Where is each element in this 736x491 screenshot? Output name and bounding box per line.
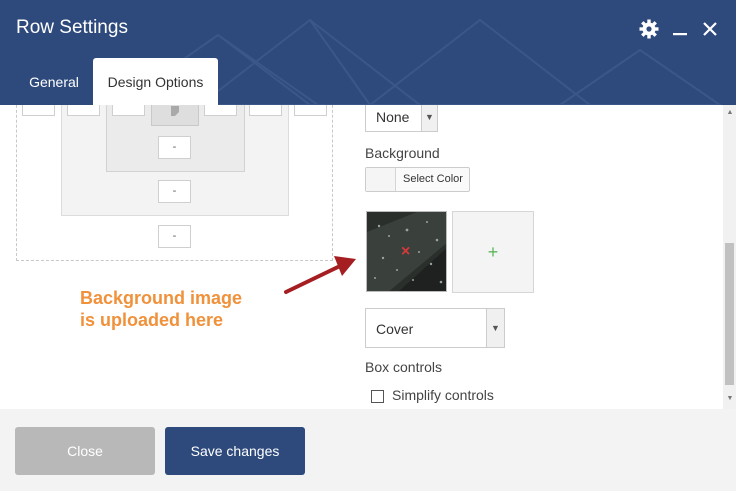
scrollbar-thumb[interactable] (725, 243, 734, 385)
add-image-button[interactable]: + (452, 211, 534, 293)
background-style-value: Cover (376, 321, 414, 337)
border-right-input[interactable] (249, 105, 282, 116)
minimize-icon[interactable] (669, 18, 691, 40)
margin-left-input[interactable] (22, 105, 55, 116)
border-style-select[interactable]: None ▼ (365, 105, 438, 132)
plus-icon: + (487, 241, 499, 262)
content-icon (171, 105, 179, 116)
modal-title: Row Settings (16, 17, 128, 38)
modal-header: Row Settings General Design Options (0, 0, 736, 105)
gear-icon[interactable] (638, 18, 660, 40)
border-bottom-input[interactable]: - (158, 180, 191, 203)
close-button[interactable]: Close (15, 427, 155, 475)
annotation-text: Background image is uploaded here (80, 287, 242, 331)
modal-body: - - - Background image is uploaded here … (0, 105, 736, 409)
select-color-button[interactable]: Select Color (365, 167, 470, 192)
background-label: Background (365, 145, 440, 161)
modal-footer: Close Save changes (0, 409, 736, 491)
scroll-up-icon[interactable]: ▲ (726, 109, 734, 117)
chevron-down-icon: ▼ (421, 105, 437, 131)
padding-left-input[interactable] (112, 105, 145, 116)
content-box (151, 105, 199, 126)
annotation-arrow-icon (284, 256, 356, 294)
row-settings-modal: Row Settings General Design Options - - … (0, 0, 736, 491)
annotation-line-1: Background image (80, 288, 243, 308)
annotation-line-2: is uploaded here (80, 310, 224, 330)
border-left-input[interactable] (67, 105, 100, 116)
box-controls-label: Box controls (365, 359, 443, 375)
tab-design-options[interactable]: Design Options (93, 58, 218, 105)
select-color-label: Select Color (403, 173, 463, 185)
background-style-select[interactable]: Cover ▼ (365, 308, 505, 348)
chevron-down-icon: ▼ (486, 309, 504, 347)
padding-bottom-input[interactable]: - (158, 136, 191, 159)
margin-right-input[interactable] (294, 105, 327, 116)
simplify-controls-checkbox[interactable] (371, 390, 384, 403)
padding-right-input[interactable] (204, 105, 237, 116)
margin-bottom-input[interactable]: - (158, 225, 191, 248)
save-changes-button[interactable]: Save changes (165, 427, 305, 475)
color-swatch (366, 168, 396, 191)
simplify-controls-label: Simplify controls (392, 387, 494, 403)
scroll-down-icon[interactable]: ▼ (726, 395, 734, 403)
close-icon[interactable] (699, 18, 721, 40)
tab-general[interactable]: General (16, 58, 92, 105)
background-image-thumbnail[interactable]: × (366, 211, 447, 292)
remove-image-icon[interactable]: × (401, 243, 410, 261)
border-style-value: None (376, 109, 410, 125)
